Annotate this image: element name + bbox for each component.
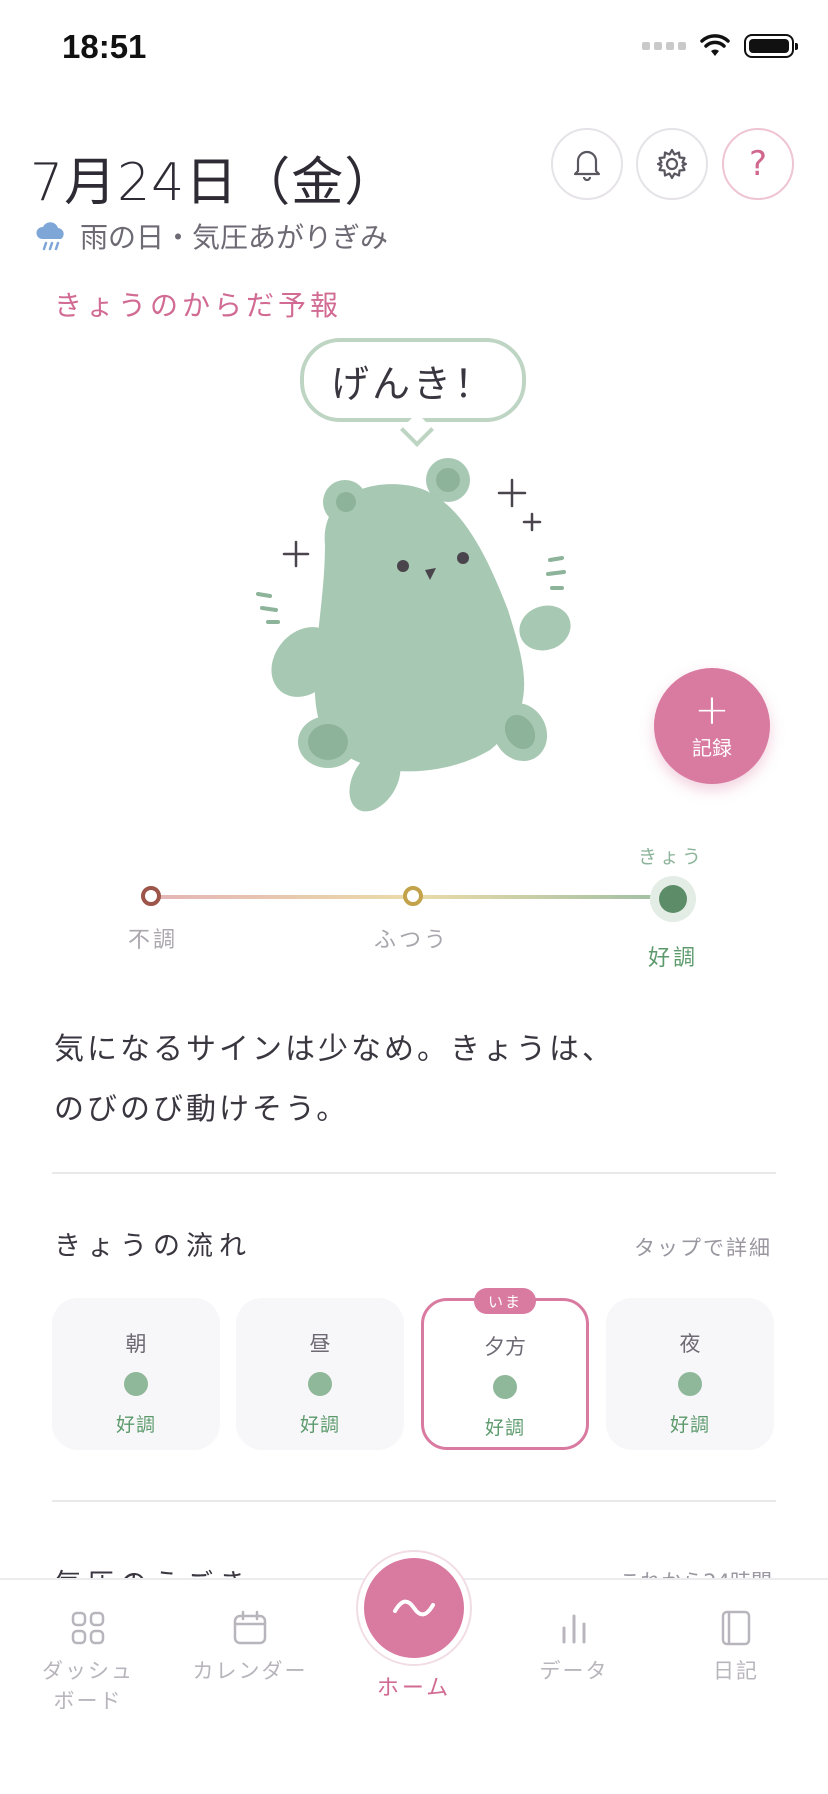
bear-mascot-illustration [256, 458, 571, 812]
scale-point-normal [403, 886, 423, 906]
today-marker: きょう [638, 846, 705, 868]
grid-icon [71, 1611, 105, 1645]
flow-status: 好調 [669, 1414, 710, 1436]
divider [52, 1172, 776, 1174]
tab-label: データ [539, 1659, 609, 1683]
help-label: ? [748, 144, 768, 184]
tab-home-label: ホーム [376, 1676, 452, 1701]
status-time: 18:51 [62, 28, 147, 65]
speech-bubble-text: げんき！ [330, 361, 495, 406]
flow-card-evening[interactable]: 夕方 好調 [421, 1298, 589, 1450]
flow-time: 昼 [309, 1332, 331, 1356]
flow-status: 好調 [299, 1414, 340, 1436]
tab-label-line2: ボード [53, 1689, 123, 1713]
record-label: 記録 [692, 735, 732, 760]
now-badge: いま [474, 1288, 536, 1314]
weather-text: 雨の日・気圧あがりぎみ [80, 221, 389, 254]
scale-point-bad [141, 886, 161, 906]
status-dot [308, 1372, 332, 1396]
cellular-signal-icon [642, 42, 686, 50]
speech-bubble: げんき！ [300, 338, 526, 422]
tab-dashboard[interactable]: ダッシュ ボード [28, 1610, 148, 1716]
flow-card-night[interactable]: 夜 好調 [606, 1298, 774, 1450]
page-title-date: 7月24日（金） [30, 153, 398, 213]
flow-status: 好調 [484, 1417, 525, 1439]
message-line-1: 気になるサインは少なめ。きょうは、 [54, 1032, 615, 1067]
flow-card-noon[interactable]: 昼 好調 [236, 1298, 404, 1450]
tab-label: カレンダー [192, 1659, 308, 1683]
scale-label-normal: ふつう [374, 928, 450, 953]
scale-label-bad: 不調 [128, 928, 179, 953]
tab-data[interactable]: データ [514, 1610, 634, 1686]
bell-icon [573, 150, 601, 181]
tab-diary[interactable]: 日記 [676, 1610, 796, 1686]
wifi-icon [700, 34, 730, 56]
scale-point-good [659, 885, 687, 913]
scale-label-good: 好調 [648, 946, 699, 971]
tab-home[interactable] [364, 1558, 464, 1658]
tab-calendar[interactable]: カレンダー [190, 1610, 310, 1686]
plus-icon: + [694, 684, 730, 734]
calendar-icon [233, 1610, 267, 1645]
tab-label: 日記 [713, 1659, 759, 1683]
notebook-icon [721, 1610, 751, 1646]
forecast-message: 気になるサインは少なめ。きょうは、 のびのび動けそう。 [54, 1020, 615, 1140]
flow-time: 夕方 [484, 1335, 526, 1359]
status-icons [642, 34, 798, 58]
flow-detail-link[interactable]: タップで詳細 [634, 1232, 772, 1262]
settings-button[interactable] [636, 128, 708, 200]
notification-button[interactable] [551, 128, 623, 200]
status-dot [678, 1372, 702, 1396]
flow-section-title: きょうの流れ [54, 1231, 252, 1262]
flow-time: 朝 [125, 1332, 147, 1356]
forecast-label: きょうのからだ予報 [54, 289, 343, 322]
rain-cloud-icon [36, 222, 64, 251]
flow-card-morning[interactable]: 朝 好調 [52, 1298, 220, 1450]
status-dot [124, 1372, 148, 1396]
tab-label: ダッシュ [42, 1659, 134, 1683]
help-button[interactable]: ? [722, 128, 794, 200]
record-button[interactable]: + 記録 [654, 668, 770, 784]
weather-row: 雨の日・気圧あがりぎみ [34, 216, 388, 256]
message-line-2: のびのび動けそう。 [54, 1092, 350, 1127]
wave-icon [393, 1599, 435, 1617]
battery-icon [744, 34, 798, 58]
divider [52, 1500, 776, 1502]
flow-status: 好調 [115, 1414, 156, 1436]
bar-chart-icon [562, 1614, 586, 1644]
status-dot [493, 1375, 517, 1399]
flow-time: 夜 [679, 1332, 701, 1356]
gear-icon [656, 148, 688, 180]
